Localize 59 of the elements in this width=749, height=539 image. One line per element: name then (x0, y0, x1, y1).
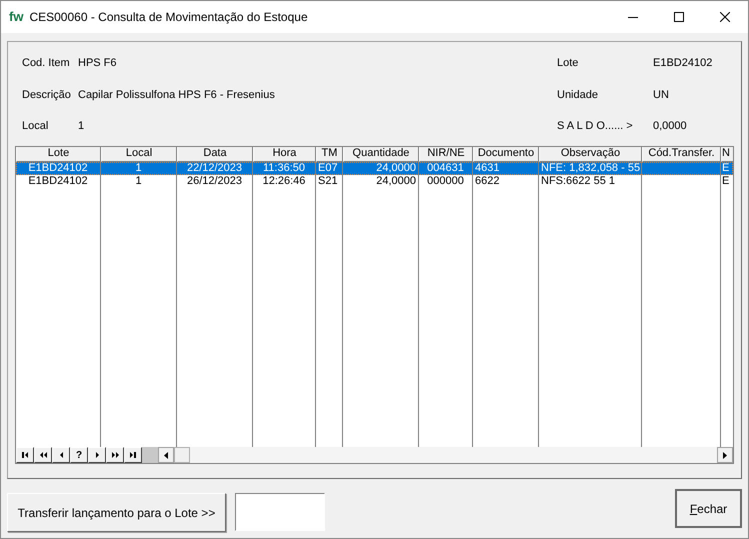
field-value: E1BD24102 (652, 56, 714, 71)
table-cell: E (721, 162, 733, 175)
navigator-button[interactable] (52, 447, 70, 463)
table-cell: 24,0000 (343, 162, 419, 175)
scroll-right-button[interactable] (717, 447, 733, 463)
table-cell: 1 (101, 162, 177, 175)
field-value: 1 (78, 119, 84, 134)
field-label: Descrição (22, 88, 72, 102)
field-label: S A L D O...... > (557, 119, 634, 134)
column-header[interactable]: NIR/NE (419, 147, 473, 162)
field-label: Lote (557, 56, 580, 71)
double-triangle-icon (38, 450, 48, 460)
field-value: Capilar Polissulfona HPS F6 - Fresenius (78, 88, 275, 102)
navigator-button[interactable] (34, 447, 52, 463)
column-header[interactable]: Cód.Transfer. (642, 147, 721, 162)
scroll-left-button[interactable] (158, 447, 174, 463)
field-value: 0,0000 (652, 119, 688, 134)
bar-triangle-icon (20, 450, 30, 460)
column-header[interactable]: N (721, 147, 733, 162)
column-header[interactable]: Data (177, 147, 253, 162)
field-label: Cod. Item (22, 56, 71, 71)
minimize-icon (628, 16, 638, 18)
table-cell: 004631 (419, 162, 473, 175)
field-value: HPS F6 (78, 56, 117, 71)
transfer-button[interactable]: Transferir lançamento para o Lote >> (7, 493, 226, 532)
column-header[interactable]: Lote (16, 147, 101, 162)
table-cell: NFE: 1,832,058 - 55 (539, 162, 642, 175)
table-cell: 22/12/2023 (177, 162, 253, 175)
navigator-button[interactable] (124, 447, 142, 463)
window-title: CES00060 - Consulta de Movimentação do Estoque (29, 9, 308, 26)
table-cell: 11:36:50 (253, 162, 316, 175)
column-header[interactable]: Quantidade (343, 147, 419, 162)
column-header[interactable]: Documento (473, 147, 539, 162)
table-row[interactable]: E1BD24102 1 22/12/2023 11:36:50 E07 24,0000 004631 4631 NFE: 1,832,058 - 55 E (16, 162, 733, 175)
maximize-icon (674, 12, 684, 22)
double-triangle-icon (110, 450, 120, 460)
navigator-button[interactable] (106, 447, 124, 463)
column-header[interactable]: TM (316, 147, 343, 162)
table-cell: E1BD24102 (16, 162, 101, 175)
navigator-button[interactable] (88, 447, 106, 463)
left-arrow-icon (164, 452, 168, 458)
field-value: UN (652, 88, 670, 102)
close-icon (720, 12, 730, 22)
lot-input-field[interactable] (235, 493, 325, 531)
column-header[interactable]: Local (101, 147, 177, 162)
table-cell: 4631 (473, 162, 539, 175)
app-logo: fw (9, 8, 24, 26)
navigator-spacer (142, 447, 158, 463)
navigator-button[interactable] (16, 447, 34, 463)
field-label: Unidade (557, 88, 599, 102)
column-header[interactable]: Observação (539, 147, 642, 162)
close-window-button[interactable]: Fechar (675, 489, 742, 528)
navigator-button[interactable]: ? (70, 447, 88, 463)
column-header[interactable]: Hora (253, 147, 316, 162)
scroll-thumb[interactable] (174, 447, 190, 463)
table-cell: E07 (316, 162, 343, 175)
bar-triangle-icon (128, 450, 138, 460)
field-label: Local (22, 119, 50, 134)
right-arrow-icon (723, 452, 727, 458)
